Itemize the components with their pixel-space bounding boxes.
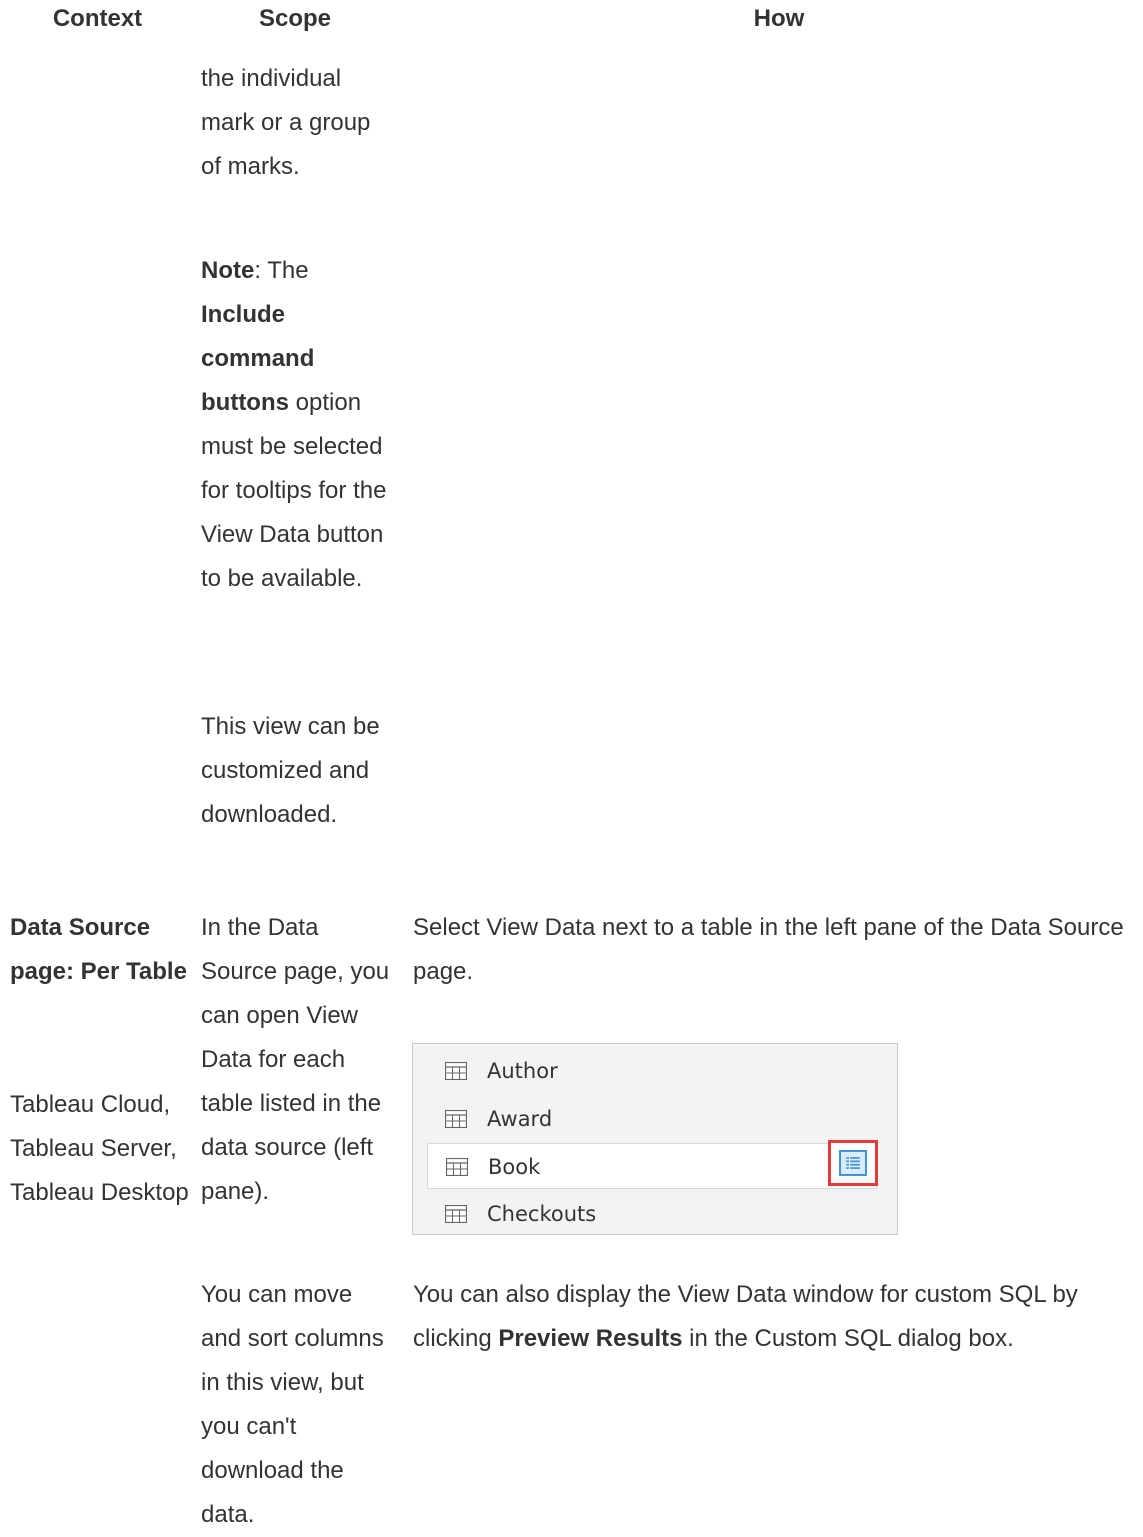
table-icon — [445, 1205, 467, 1223]
table-name: Author — [487, 1059, 558, 1083]
how-column-header: How — [753, 5, 805, 32]
table-list-item[interactable]: Author — [427, 1048, 875, 1094]
scope-column-header: Scope — [258, 5, 332, 32]
note-colon: : The — [254, 257, 309, 284]
table-list-item[interactable]: Award — [427, 1096, 875, 1142]
table-list-item-selected[interactable]: Book — [427, 1140, 878, 1189]
view-data-button[interactable] — [828, 1140, 878, 1186]
context-column-header: Context — [52, 5, 143, 32]
view-data-icon — [839, 1150, 867, 1176]
note-label: Note — [201, 257, 255, 284]
table-list-item[interactable]: Checkouts — [427, 1191, 875, 1237]
table-icon — [446, 1158, 468, 1176]
context-products: Tableau Cloud, Tableau Server, Tableau D… — [10, 1091, 189, 1206]
context-title: Data Source page: Per Table — [10, 914, 187, 985]
how-custom-sql: You can also display the View Data windo… — [413, 1273, 1138, 1361]
preview-results-label: Preview Results — [498, 1325, 683, 1352]
table-name: Award — [487, 1107, 553, 1131]
how-select-view-data: Select View Data next to a table in the … — [413, 914, 1124, 985]
scope-customize-text: This view can be customized and download… — [201, 713, 380, 828]
how-custom-sql-post: in the Custom SQL dialog box. — [682, 1325, 1014, 1352]
scope-note: Note: The Include command buttons option… — [201, 249, 396, 601]
note-rest: option must be selected for tooltips for… — [201, 389, 387, 592]
scope-open-view-data: In the Data Source page, you can open Vi… — [201, 914, 390, 1205]
table-name: Book — [488, 1155, 541, 1179]
table-icon — [445, 1062, 467, 1080]
table-icon — [445, 1110, 467, 1128]
scope-text-mark-group: the individual mark or a group of marks. — [201, 65, 371, 180]
table-list-screenshot: Author Award Book Checkouts — [412, 1043, 898, 1235]
table-name: Checkouts — [487, 1202, 597, 1226]
scope-move-sort: You can move and sort columns in this vi… — [201, 1281, 384, 1528]
